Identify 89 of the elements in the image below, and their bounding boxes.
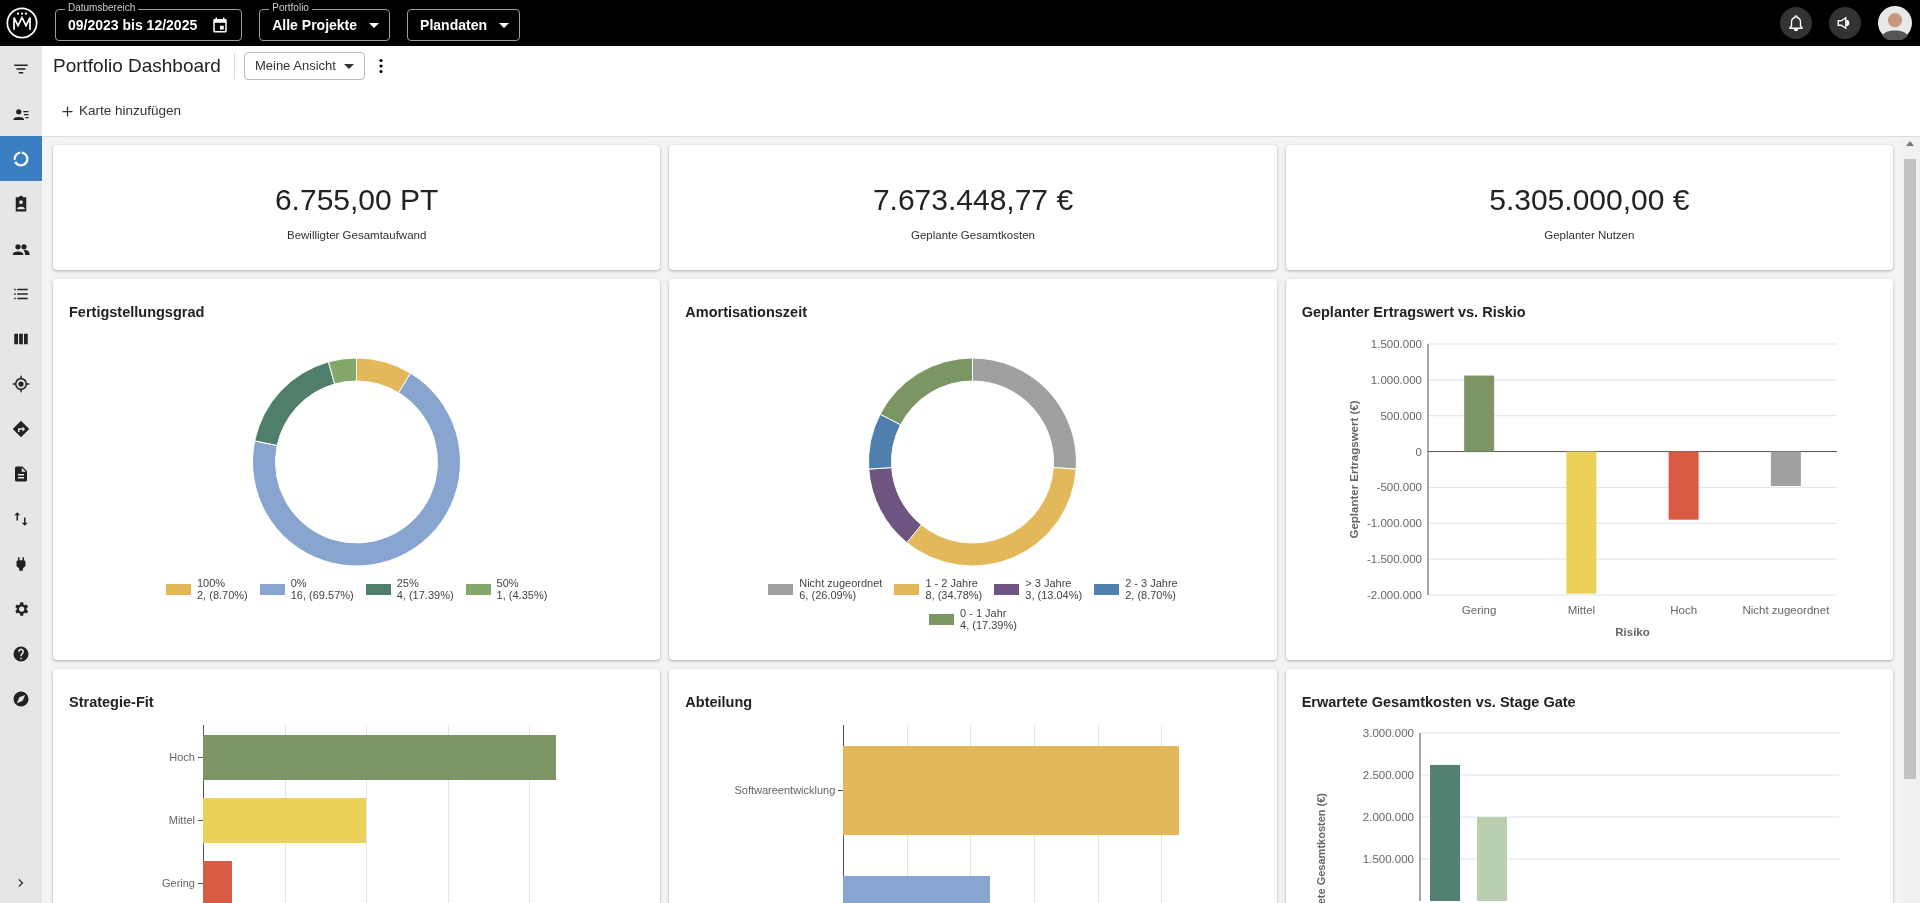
legend-value: 2, (8.70%) <box>197 589 248 601</box>
legend-value: 4, (17.39%) <box>960 619 1017 631</box>
scroll-up-icon[interactable] <box>1906 141 1914 146</box>
kebab-menu-icon <box>378 59 383 73</box>
category-label: Mittel <box>168 813 195 829</box>
scrollbar-thumb[interactable] <box>1904 159 1916 779</box>
donut-chart-icon <box>12 149 30 168</box>
card-title: Geplanter Ertragswert vs. Riskio <box>1301 303 1527 322</box>
diamond-arrow-icon <box>12 419 30 438</box>
legend-swatch <box>465 583 491 595</box>
kpi-value: 7.673.448,77 € <box>872 182 1074 219</box>
avatar-icon[interactable] <box>1878 6 1912 40</box>
card-title: Strategie-Fit <box>69 693 155 712</box>
legend-value: 3, (13.04%) <box>1025 589 1083 601</box>
kpi-value: 5.305.000,00 € <box>1489 182 1690 219</box>
tick-label: 1.000.000 <box>1370 373 1422 386</box>
legend-swatch <box>894 583 920 595</box>
tick-label: 500.000 <box>1380 409 1422 422</box>
compass-icon <box>12 689 30 708</box>
add-card-button[interactable]: Karte hinzufügen <box>53 100 182 122</box>
tick-label: -1.000.000 <box>1366 517 1422 530</box>
legend-label: 50% <box>496 577 520 589</box>
legend-swatch <box>259 583 285 595</box>
card-title: Amortisationszeit <box>685 303 808 322</box>
category-label: Hoch <box>169 750 195 766</box>
legend-label: > 3 Jahre <box>1025 577 1073 589</box>
axis-title: Risiko <box>1614 626 1650 638</box>
legend-label: 1 - 2 Jahre <box>925 577 979 589</box>
swap-arrows-icon <box>12 509 30 528</box>
legend-swatch <box>1094 583 1120 595</box>
tick-label: 3.000.000 <box>1362 727 1414 739</box>
tick-label: -2.000.000 <box>1366 589 1422 601</box>
legend-swatch <box>768 583 794 595</box>
bar <box>1668 451 1699 520</box>
legend-label: 0 - 1 Jahr <box>960 607 1008 619</box>
category-label: Mittel <box>1567 604 1595 616</box>
axis-title: ete Gesamtkosten (€) <box>1314 793 1327 903</box>
document-icon <box>12 464 30 483</box>
view-dropdown[interactable]: Meine Ansicht <box>243 52 365 80</box>
category-label: Softwareentwicklung <box>734 783 836 799</box>
legend-label: 25% <box>396 577 420 589</box>
kpi-label: Geplante Gesamtkosten <box>911 228 1035 244</box>
field-label: Portfolio <box>269 2 312 14</box>
page-title: Portfolio Dashboard <box>53 53 221 78</box>
kpi-value: 6.755,00 PT <box>274 182 439 219</box>
bell-icon <box>1787 14 1805 32</box>
logo-icon <box>6 7 38 39</box>
announcements-button[interactable] <box>1829 7 1861 39</box>
tick-label: -500.000 <box>1376 481 1422 494</box>
legend-value: 2, (8.70%) <box>1125 589 1177 601</box>
field-label: Datumsbereich <box>65 2 139 14</box>
card-title: Erwartete Gesamtkosten vs. Stage Gate <box>1301 693 1577 712</box>
legend-swatch <box>166 583 191 595</box>
tick-label: 2.000.000 <box>1362 811 1414 823</box>
caret-icon <box>369 22 380 28</box>
notifications-button[interactable] <box>1780 7 1812 39</box>
legend-value: 8, (34.78%) <box>925 589 983 601</box>
kpi-label: Bewilligter Gesamtaufwand <box>287 228 427 244</box>
card-title: Abteilung <box>685 693 754 712</box>
category-label: Gering <box>161 876 195 892</box>
dropdown[interactable]: Plandaten <box>407 9 520 41</box>
legend-label: 100% <box>197 577 227 589</box>
legend-swatch <box>929 613 955 625</box>
category-label: Gering <box>1461 604 1497 616</box>
card-title: Fertigstellungsgrad <box>69 303 206 322</box>
tick-label: 1.500.000 <box>1370 338 1422 350</box>
help-icon <box>12 644 30 663</box>
axis-title: Geplanter Ertragswert (€) <box>1347 400 1360 539</box>
legend-value: 1, (4.35%) <box>496 589 548 601</box>
legend-label: 0% <box>290 577 308 589</box>
tick-label: 0 <box>1415 445 1422 458</box>
caret-icon <box>343 63 354 69</box>
caret-icon <box>498 22 509 28</box>
bar <box>1770 451 1801 486</box>
legend-value: 6, (26.09%) <box>799 589 858 601</box>
legend-label: 2 - 3 Jahre <box>1125 577 1178 589</box>
calendar-icon <box>211 16 230 34</box>
target-icon <box>12 374 30 393</box>
legend-swatch <box>365 583 391 595</box>
category-label: Hoch <box>1669 604 1697 616</box>
category-label: Nicht zugeordnet <box>1742 604 1829 616</box>
legend-value: 16, (69.57%) <box>290 589 354 601</box>
tick-label: -1.500.000 <box>1366 553 1422 566</box>
legend-value: 4, (17.39%) <box>396 589 454 601</box>
legend-label: Nicht zugeordnet <box>799 577 883 589</box>
legend-swatch <box>994 583 1020 595</box>
tick-label: 2.500.000 <box>1362 769 1414 781</box>
tick-label: 1.500.000 <box>1362 853 1414 865</box>
kpi-label: Geplanter Nutzen <box>1544 228 1635 244</box>
